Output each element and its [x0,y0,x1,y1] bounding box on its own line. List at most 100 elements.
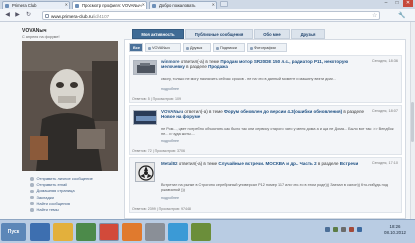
explorer-taskbar-icon[interactable] [53,223,73,241]
page-scrollbar[interactable] [410,22,415,219]
clock[interactable]: 18:26 08.10.2012 [378,224,412,236]
clock-date: 08.10.2012 [384,230,406,235]
favicon-icon [152,3,156,8]
start-button[interactable]: Пуск [1,223,26,241]
close-tab-icon[interactable]: ✕ [212,2,215,7]
bookmark-star-icon[interactable]: ☆ [372,12,377,19]
profile-photo [22,41,118,171]
entry-summary: VOVANыч ответил(-а) в теме Форум обновле… [161,109,365,120]
chrome-taskbar-icon[interactable] [99,223,119,241]
radiation-sign-image [136,163,154,181]
browser-tab-welcome[interactable]: Добро пожаловать ✕ [149,1,217,9]
subscribe-icon [215,46,219,50]
entry-date: Сегодня, 18:36 [371,59,398,63]
entry-stats: Ответов: 5 | Просмотров: 109 [132,97,181,101]
entry-excerpt: смогу, только не могу назначить сейчас с… [161,77,336,81]
entry-topic-link[interactable]: Случайные встречи. МОСКВА и др.. Часть 2 [218,161,316,166]
tab-about-me[interactable]: Обо мне [254,29,290,39]
entry-thumbnail[interactable] [133,60,157,75]
filter-friends[interactable]: Друзья [183,43,211,52]
entry-stats: Ответов: 72 | Просмотров: 3706 [132,149,185,153]
home-icon [30,189,34,194]
profile-photo-image [22,41,118,171]
media-taskbar-icon[interactable] [76,223,96,241]
entry-date: Сегодня, 18:07 [371,109,398,113]
entry-user-link[interactable]: Metal82 [161,161,178,166]
profile-actions: Отправить личное сообщение Отправить ema… [30,176,122,213]
wrench-menu-icon[interactable]: 🔧 [398,12,405,19]
entry-excerpt: не Ром..., цвет потребно объяснять как б… [161,127,394,136]
activity-panel: Все VOVANыч Друзья Подписки Фотографии w… [124,39,406,219]
profile-username: VOVANыч [22,28,47,34]
entry-excerpt: Встретил на рынке в Строгино серебряный … [161,183,388,192]
browser-tab-profile[interactable]: Просмотр профиля: VOVANыч ✕ [72,1,147,9]
keyboard-layout-icon[interactable] [357,227,362,232]
page-icon [45,14,49,18]
new-tab-button[interactable] [220,1,228,7]
url-path: /id/4107 [92,13,110,19]
reload-icon[interactable]: ↻ [25,12,32,19]
find-topics-link[interactable]: Найти темы [30,207,122,213]
minimize-icon[interactable]: – [381,0,391,7]
profile-member-since: С апреля на форуме! [22,35,60,39]
entry-section-link[interactable]: Продажа [208,64,228,69]
entry-more-link[interactable]: подробнее [161,139,179,143]
forward-icon[interactable]: ▶ [14,12,21,19]
entry-stats: Ответов: 2399 | Просмотров: 97448 [132,207,191,211]
bookmark-icon [30,195,34,200]
tab-public-messages[interactable]: Публичные сообщения [185,29,253,39]
favicon-icon [5,3,9,8]
tray-app-icon[interactable] [349,227,354,232]
app-taskbar-icon-2[interactable] [191,223,211,241]
close-tab-icon[interactable]: ✕ [142,2,145,7]
email-icon [30,183,34,187]
entry-thumbnail[interactable] [135,162,155,182]
flag-icon[interactable] [333,227,338,232]
maximize-icon[interactable]: □ [392,0,402,7]
volume-icon[interactable] [341,227,346,232]
tab-my-activity[interactable]: Моя активность [132,29,184,39]
friends-icon [185,46,189,50]
entry-section-link[interactable]: Новое на форуме [161,114,200,119]
feed-entry: VOVANыч ответил(-а) в теме Форум обновле… [129,105,402,155]
tab-friends[interactable]: Друзья [291,29,325,39]
close-window-icon[interactable]: ✕ [403,0,413,7]
feed-entry: Metal82 ответил(-а) в теме Случайные вст… [129,157,402,213]
entry-summary: winmore ответил(-а) в теме Продам мотор … [161,59,349,70]
filter-photos[interactable]: Фотографии [247,43,287,52]
tab-title: Добро пожаловать [159,3,196,8]
message-icon [30,177,34,181]
filter-user[interactable]: VOVANыч [145,43,181,52]
browser-tab-primera-club[interactable]: Primera Club ✕ [2,1,70,9]
entry-section-link[interactable]: Встречи [340,161,358,166]
address-bar[interactable]: www.primera-club.ru/id/4107 [42,11,380,20]
filter-all[interactable]: Все [129,43,143,52]
url-host: www.primera-club.ru [51,13,93,19]
entry-more-link[interactable]: подробнее [161,196,179,200]
filter-subscriptions[interactable]: Подписки [213,43,245,52]
ie-taskbar-icon[interactable] [30,223,50,241]
profile-sidebar: VOVANыч С апреля на форуме! Отправить ли… [22,28,118,212]
feed-entry: winmore ответил(-а) в теме Продам мотор … [129,55,402,103]
entry-user-link[interactable]: winmore [161,59,180,64]
back-icon[interactable]: ◀ [4,12,11,19]
entry-topic-link[interactable]: Форум обновлен до версии 4.3(ошибки обно… [224,109,342,114]
close-tab-icon[interactable]: ✕ [65,2,68,7]
profile-content: Моя активность Публичные сообщения Обо м… [124,29,406,219]
tab-title: Просмотр профиля: VOVANыч [82,3,142,8]
search-icon [30,201,34,206]
browser-toolbar: ◀ ▶ ↻ www.primera-club.ru/id/4107 ☆ 🔧 [0,9,415,22]
network-icon[interactable] [325,227,330,232]
app-taskbar-icon[interactable] [145,223,165,241]
skype-taskbar-icon[interactable] [168,223,188,241]
entry-more-link[interactable]: подробнее [161,87,179,91]
browser-tab-strip: Primera Club ✕ Просмотр профиля: VOVANыч… [0,0,415,9]
tab-title: Primera Club [12,3,37,8]
search-icon [30,208,34,212]
scrollbar-thumb[interactable] [411,102,414,142]
engine-image [134,61,156,74]
taskbar: Пуск 18:26 08.10.2012 [0,219,415,243]
user-icon [147,46,151,50]
firefox-taskbar-icon[interactable] [122,223,142,241]
entry-thumbnail[interactable] [133,110,157,125]
